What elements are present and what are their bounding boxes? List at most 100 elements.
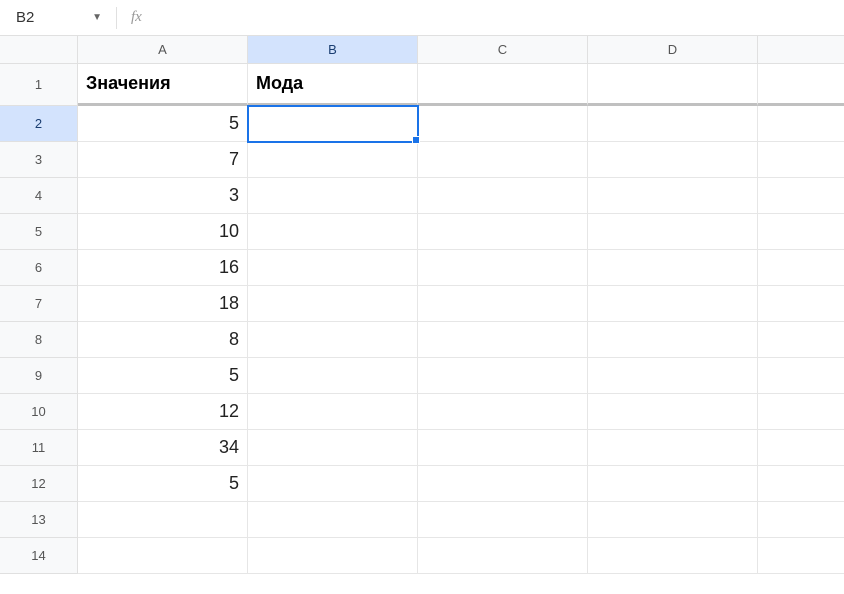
cell-A9[interactable]: 5 xyxy=(78,358,248,394)
cell-B1[interactable]: Мода xyxy=(248,64,418,106)
row-head-11[interactable]: 11 xyxy=(0,430,78,466)
cell-E6[interactable] xyxy=(758,250,844,286)
column-headers: A B C D xyxy=(0,36,844,64)
select-all-corner[interactable] xyxy=(0,36,78,64)
cell-C4[interactable] xyxy=(418,178,588,214)
cell-C2[interactable] xyxy=(418,106,588,142)
col-head-B[interactable]: B xyxy=(248,36,418,64)
cell-E2[interactable] xyxy=(758,106,844,142)
cell-A14[interactable] xyxy=(78,538,248,574)
cell-E11[interactable] xyxy=(758,430,844,466)
cell-D9[interactable] xyxy=(588,358,758,394)
cell-E10[interactable] xyxy=(758,394,844,430)
row-10: 10 12 xyxy=(0,394,844,430)
cell-A11[interactable]: 34 xyxy=(78,430,248,466)
cell-E8[interactable] xyxy=(758,322,844,358)
cell-B9[interactable] xyxy=(248,358,418,394)
cell-A10[interactable]: 12 xyxy=(78,394,248,430)
col-head-A[interactable]: A xyxy=(78,36,248,64)
cell-A12[interactable]: 5 xyxy=(78,466,248,502)
cell-C9[interactable] xyxy=(418,358,588,394)
cell-A1[interactable]: Значения xyxy=(78,64,248,106)
cell-C12[interactable] xyxy=(418,466,588,502)
row-head-14[interactable]: 14 xyxy=(0,538,78,574)
cell-E5[interactable] xyxy=(758,214,844,250)
cell-E1[interactable] xyxy=(758,64,844,106)
cell-D5[interactable] xyxy=(588,214,758,250)
row-head-12[interactable]: 12 xyxy=(0,466,78,502)
name-box-dropdown-icon[interactable]: ▼ xyxy=(92,12,102,23)
cell-B12[interactable] xyxy=(248,466,418,502)
row-head-2[interactable]: 2 xyxy=(0,106,78,142)
cell-E13[interactable] xyxy=(758,502,844,538)
cell-D3[interactable] xyxy=(588,142,758,178)
cell-B8[interactable] xyxy=(248,322,418,358)
cell-E7[interactable] xyxy=(758,286,844,322)
fx-icon[interactable]: fx xyxy=(131,9,142,26)
cell-D6[interactable] xyxy=(588,250,758,286)
row-head-10[interactable]: 10 xyxy=(0,394,78,430)
name-box[interactable]: B2 ▼ xyxy=(8,9,108,26)
cell-C1[interactable] xyxy=(418,64,588,106)
cell-C14[interactable] xyxy=(418,538,588,574)
cell-A6[interactable]: 16 xyxy=(78,250,248,286)
cell-E4[interactable] xyxy=(758,178,844,214)
cell-D4[interactable] xyxy=(588,178,758,214)
cell-D2[interactable] xyxy=(588,106,758,142)
row-head-6[interactable]: 6 xyxy=(0,250,78,286)
row-head-5[interactable]: 5 xyxy=(0,214,78,250)
cell-C5[interactable] xyxy=(418,214,588,250)
cell-D13[interactable] xyxy=(588,502,758,538)
formula-input[interactable] xyxy=(152,0,836,35)
cell-B2[interactable] xyxy=(248,106,418,142)
cell-D12[interactable] xyxy=(588,466,758,502)
row-3: 3 7 xyxy=(0,142,844,178)
col-head-E[interactable] xyxy=(758,36,844,64)
cell-A3[interactable]: 7 xyxy=(78,142,248,178)
cell-A4[interactable]: 3 xyxy=(78,178,248,214)
cell-D10[interactable] xyxy=(588,394,758,430)
cell-C10[interactable] xyxy=(418,394,588,430)
cell-A2[interactable]: 5 xyxy=(78,106,248,142)
row-4: 4 3 xyxy=(0,178,844,214)
cell-B14[interactable] xyxy=(248,538,418,574)
cell-C11[interactable] xyxy=(418,430,588,466)
row-head-4[interactable]: 4 xyxy=(0,178,78,214)
cell-E9[interactable] xyxy=(758,358,844,394)
cell-D11[interactable] xyxy=(588,430,758,466)
row-head-8[interactable]: 8 xyxy=(0,322,78,358)
cell-B7[interactable] xyxy=(248,286,418,322)
row-head-13[interactable]: 13 xyxy=(0,502,78,538)
cell-A13[interactable] xyxy=(78,502,248,538)
cell-C8[interactable] xyxy=(418,322,588,358)
cell-B10[interactable] xyxy=(248,394,418,430)
cell-B6[interactable] xyxy=(248,250,418,286)
cell-A7[interactable]: 18 xyxy=(78,286,248,322)
cell-D14[interactable] xyxy=(588,538,758,574)
col-head-D[interactable]: D xyxy=(588,36,758,64)
row-head-3[interactable]: 3 xyxy=(0,142,78,178)
row-2: 2 5 xyxy=(0,106,844,142)
cell-D7[interactable] xyxy=(588,286,758,322)
cell-E12[interactable] xyxy=(758,466,844,502)
cell-B5[interactable] xyxy=(248,214,418,250)
row-head-7[interactable]: 7 xyxy=(0,286,78,322)
cell-C13[interactable] xyxy=(418,502,588,538)
col-head-C[interactable]: C xyxy=(418,36,588,64)
cell-A5[interactable]: 10 xyxy=(78,214,248,250)
cell-D8[interactable] xyxy=(588,322,758,358)
cell-E14[interactable] xyxy=(758,538,844,574)
cell-C3[interactable] xyxy=(418,142,588,178)
cell-E3[interactable] xyxy=(758,142,844,178)
cell-C6[interactable] xyxy=(418,250,588,286)
spreadsheet-grid[interactable]: A B C D 1 Значения Мода 2 5 3 7 4 3 xyxy=(0,36,844,574)
cell-B4[interactable] xyxy=(248,178,418,214)
cell-A8[interactable]: 8 xyxy=(78,322,248,358)
cell-B3[interactable] xyxy=(248,142,418,178)
row-head-9[interactable]: 9 xyxy=(0,358,78,394)
row-head-1[interactable]: 1 xyxy=(0,64,78,106)
cell-D1[interactable] xyxy=(588,64,758,106)
cell-B11[interactable] xyxy=(248,430,418,466)
cell-C7[interactable] xyxy=(418,286,588,322)
cell-B13[interactable] xyxy=(248,502,418,538)
